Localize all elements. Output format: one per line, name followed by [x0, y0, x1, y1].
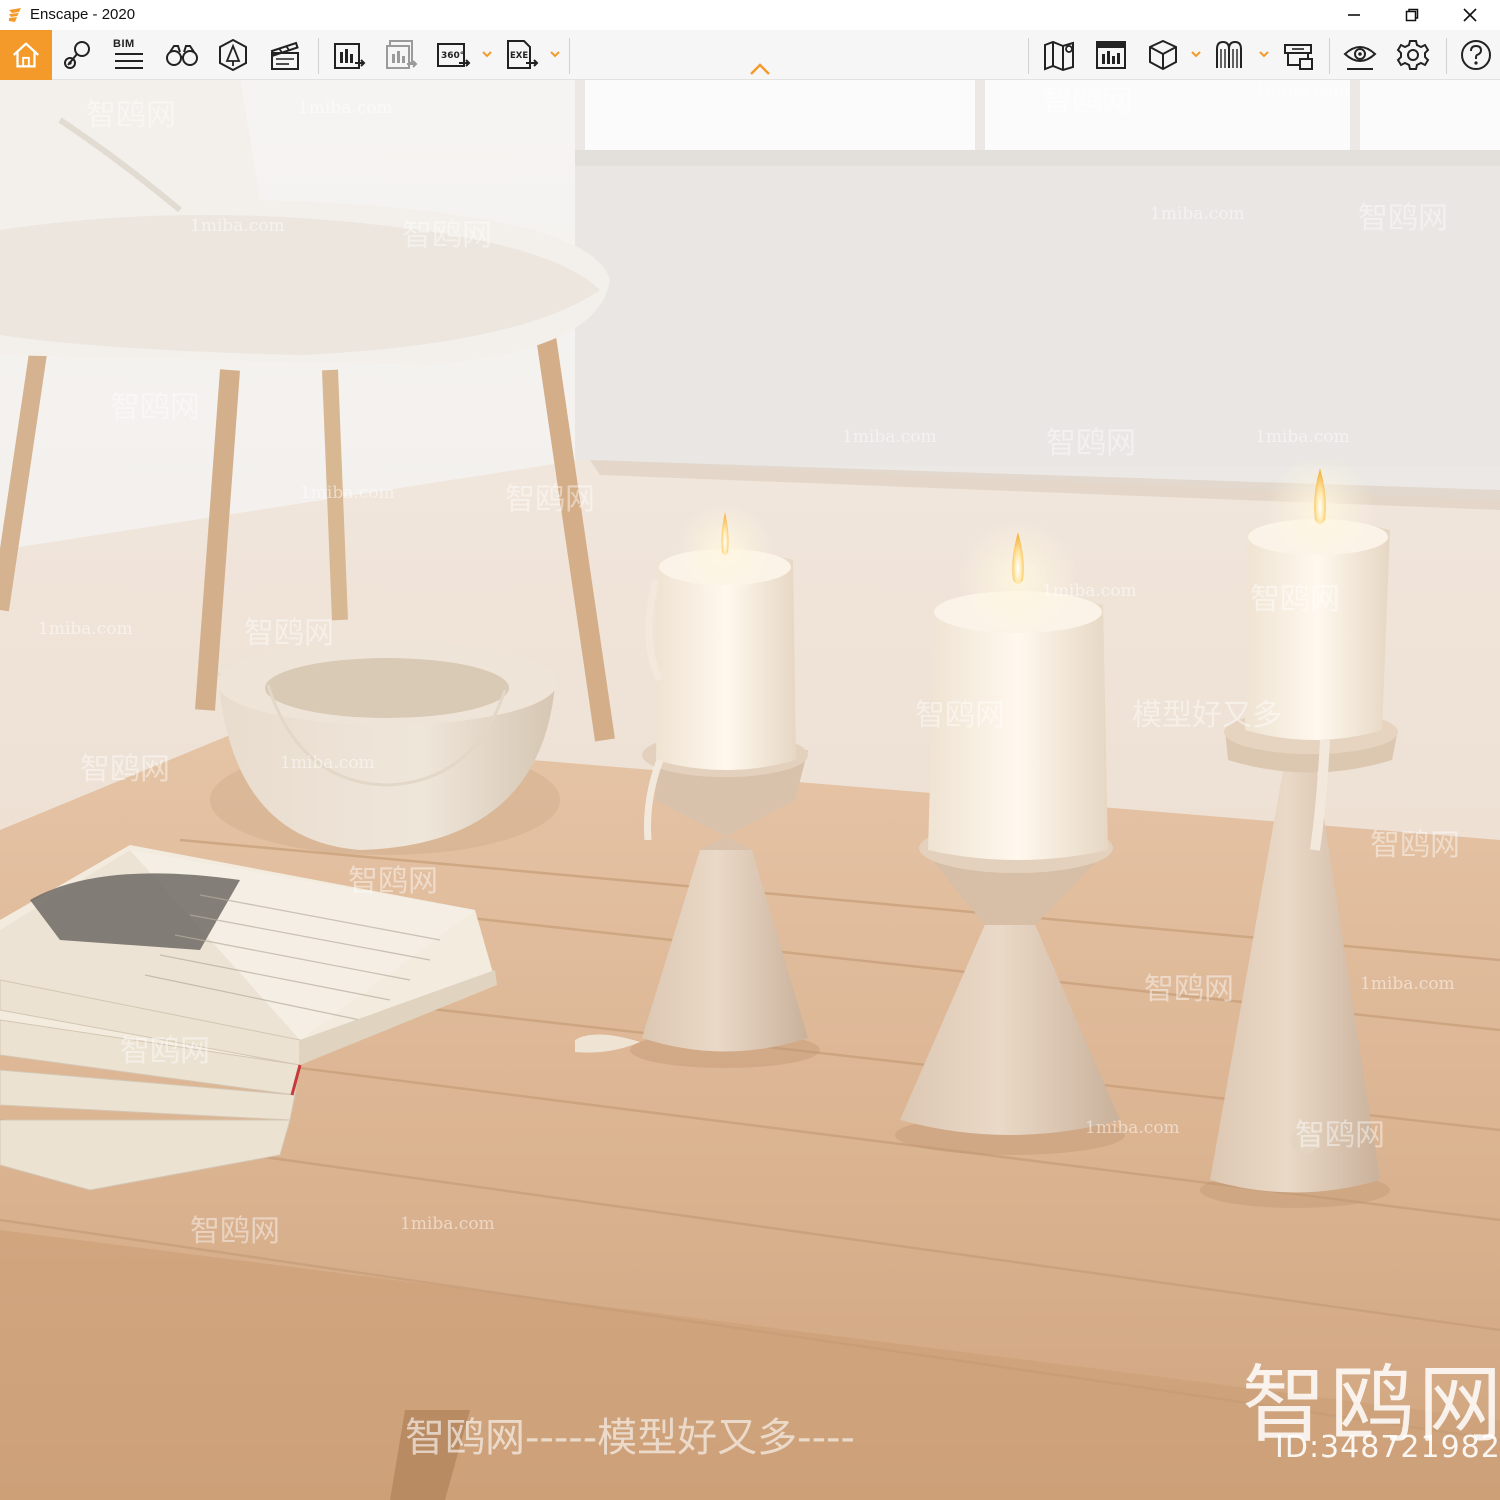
watermark-brand: 智鸥网	[86, 98, 176, 133]
export-exe-button[interactable]: EXE	[501, 36, 541, 74]
minimize-button[interactable]	[1325, 0, 1383, 30]
watermark-brand: 智鸥网	[1358, 201, 1448, 236]
watermark-site: 1miba.com	[298, 98, 393, 118]
watermark-brand: 智鸥网	[402, 218, 492, 253]
watermark-brand: 智鸥网	[190, 1214, 280, 1249]
watermark-site: 1miba.com	[1360, 974, 1455, 994]
toolbar-separator	[318, 38, 319, 74]
enscape-toolbar: BIM 360° EXE	[0, 30, 1500, 80]
watermark-site: 1miba.com	[842, 427, 937, 447]
settings-button[interactable]	[1393, 36, 1433, 74]
binoculars-icon	[166, 45, 198, 66]
toolbar-separator	[1329, 38, 1330, 74]
watermark-brand: 智鸥网	[348, 864, 438, 899]
render-screenshot-icon	[334, 43, 366, 69]
help-button[interactable]	[1456, 36, 1496, 74]
watermark-brand: 智鸥网	[1250, 582, 1340, 617]
watermark-site: 1miba.com	[1150, 204, 1245, 224]
settings-icon	[1396, 40, 1430, 70]
video-editor-button[interactable]	[265, 36, 305, 74]
panorama-360-icon: 360°	[437, 43, 471, 67]
exe-export-icon: EXE	[507, 40, 539, 69]
help-icon	[1461, 40, 1491, 70]
batch-render-button[interactable]	[381, 36, 421, 74]
view-management-icon	[1096, 41, 1126, 69]
restore-button[interactable]	[1383, 0, 1441, 30]
asset-library-button[interactable]	[213, 36, 253, 74]
bim-label: BIM	[113, 38, 135, 50]
watermark-brand: 智鸥网	[505, 482, 595, 517]
map-view-icon	[1044, 40, 1074, 72]
watermark-site: 1miba.com	[1255, 427, 1350, 447]
close-icon	[1463, 8, 1477, 22]
watermark-slogan: 模型好又多	[1132, 698, 1282, 733]
svg-text:EXE: EXE	[510, 51, 528, 61]
enscape-logo-icon	[9, 8, 21, 22]
watermark-brand: 智鸥网	[244, 616, 334, 651]
close-button[interactable]	[1441, 0, 1499, 30]
walk-fly-mode-button[interactable]	[162, 36, 202, 74]
home-button[interactable]	[0, 30, 52, 80]
restore-icon	[1405, 8, 1419, 22]
render-image-button[interactable]	[329, 36, 369, 74]
material-dropdown-icon[interactable]	[1258, 48, 1270, 60]
window-title: Enscape - 2020	[30, 6, 136, 23]
cube-view-dropdown-icon[interactable]	[1190, 48, 1202, 60]
minimize-icon	[1348, 14, 1360, 16]
location-pin-icon	[64, 41, 90, 69]
ceramic-bowl	[210, 641, 560, 855]
set-location-button[interactable]	[58, 36, 98, 74]
watermark-brand: 智鸥网	[120, 1034, 210, 1069]
render-panorama-button[interactable]: 360°	[433, 36, 473, 74]
scene-render	[0, 80, 1500, 1500]
watermark-site: 1miba.com	[190, 216, 285, 236]
material-editor-icon	[1216, 40, 1242, 68]
visual-settings-icon	[1343, 46, 1377, 70]
material-editor-button[interactable]	[1210, 36, 1250, 74]
panorama-dropdown-icon[interactable]	[481, 48, 493, 60]
watermark-brand: 智鸥网	[1295, 1118, 1385, 1153]
export-dropdown-icon[interactable]	[549, 48, 561, 60]
capture-icon	[1284, 44, 1313, 70]
watermark-brand: 智鸥网	[110, 390, 200, 425]
view-management-button[interactable]	[1091, 36, 1131, 74]
watermark-brand: 智鸥网	[1370, 828, 1460, 863]
watermark-site: 1miba.com	[400, 1214, 495, 1234]
chevron-up-icon[interactable]	[748, 62, 772, 76]
map-view-button[interactable]	[1039, 36, 1079, 74]
watermark-site: 1miba.com	[280, 753, 375, 773]
cube-view-button[interactable]	[1143, 36, 1183, 74]
render-viewport[interactable]: 1miba.com 智鸥网 智鸥网 1miba.com 1miba.com 智鸥…	[0, 80, 1500, 1500]
watermark-site: 1miba.com	[1085, 1118, 1180, 1138]
toolbar-separator	[1028, 38, 1029, 74]
watermark-bottom-banner: 智鸥网-----模型好又多----	[405, 1415, 855, 1461]
watermark-brand: 智鸥网	[915, 698, 1005, 733]
asset-library-icon	[219, 38, 247, 72]
watermark-brand: 智鸥网	[1042, 84, 1132, 119]
watermark-site: 1miba.com	[300, 483, 395, 503]
home-icon	[12, 42, 40, 68]
visual-settings-button[interactable]	[1340, 36, 1380, 74]
capture-button[interactable]	[1278, 36, 1318, 74]
watermark-brand: 智鸥网	[1144, 972, 1234, 1007]
watermark-site: 1miba.com	[1255, 82, 1350, 102]
svg-text:360°: 360°	[441, 51, 464, 61]
batch-render-icon	[386, 40, 418, 69]
video-editor-icon	[270, 41, 299, 70]
cube-view-icon	[1149, 39, 1177, 71]
toolbar-separator	[1446, 38, 1447, 74]
toolbar-separator	[569, 38, 570, 74]
title-bar: Enscape - 2020	[0, 0, 1500, 30]
watermark-site: 1miba.com	[1042, 581, 1137, 601]
watermark-brand: 智鸥网	[1046, 426, 1136, 461]
watermark-site: 1miba.com	[38, 619, 133, 639]
watermark-id: ID:348721982	[1275, 1430, 1500, 1465]
watermark-brand: 智鸥网	[80, 752, 170, 787]
